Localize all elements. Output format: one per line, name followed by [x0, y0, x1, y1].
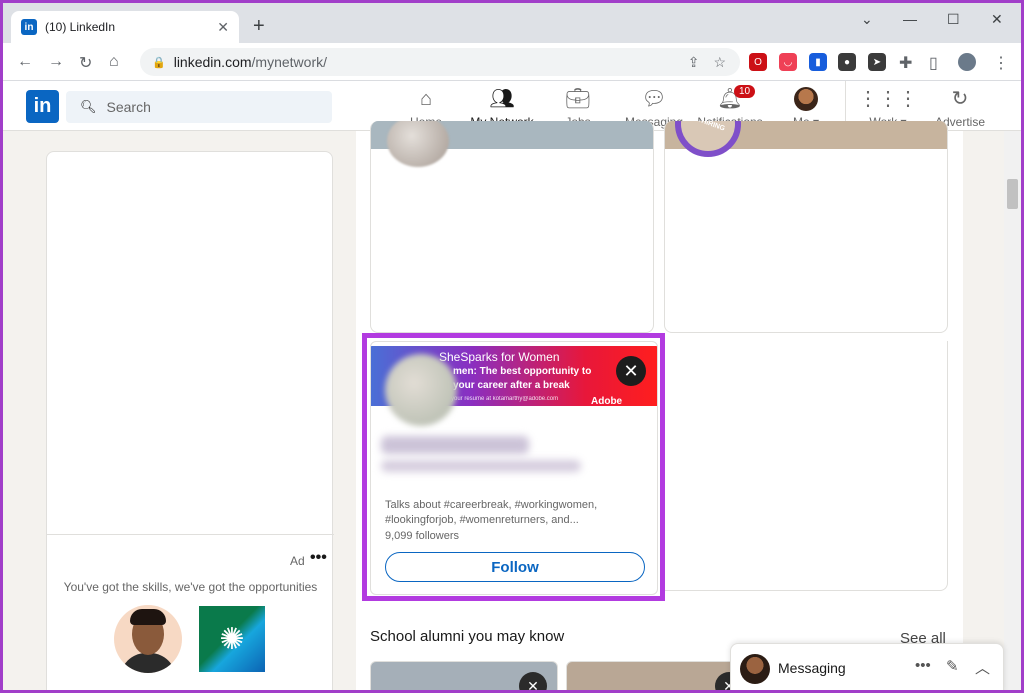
opera-icon[interactable]: O	[749, 53, 767, 71]
banner-title: SheSparks for Women	[439, 350, 560, 364]
forward-icon[interactable]: →	[48, 53, 64, 71]
people-card[interactable]: #HIRING	[664, 121, 948, 333]
chrome-menu-icon[interactable]: ⋮	[993, 53, 1009, 73]
follow-button[interactable]: Follow	[385, 552, 645, 582]
url-text: linkedin.com/mynetwork/	[173, 54, 327, 70]
linkedin-favicon-icon: in	[21, 19, 37, 35]
tab-search-icon[interactable]: ⌄	[861, 11, 873, 28]
bookmark-star-icon[interactable]: ☆	[713, 54, 726, 71]
tab-strip: in (10) LinkedIn ✕ + ⌄ — ☐ ✕	[3, 3, 1021, 43]
empty-card-area	[664, 341, 948, 591]
alumni-card[interactable]: ✕	[370, 661, 558, 690]
chevron-up-icon[interactable]: ︿	[975, 657, 990, 678]
bell-icon: 🔔︎	[717, 88, 743, 110]
browser-tab[interactable]: in (10) LinkedIn ✕	[11, 11, 239, 43]
banner-line: men: The best opportunity to	[453, 366, 592, 377]
spy-icon[interactable]: ●	[838, 53, 856, 71]
more-options-icon[interactable]: •••	[915, 657, 931, 674]
ad-more-icon[interactable]: •••	[310, 549, 327, 567]
blurred-name	[381, 436, 529, 454]
page-avatar	[385, 354, 457, 426]
home-icon[interactable]: ⌂	[109, 53, 119, 71]
send-icon[interactable]: ➤	[868, 53, 886, 71]
browser-window: in (10) LinkedIn ✕ + ⌄ — ☐ ✕ ← → ↻ ⌂ 🔒 l…	[3, 3, 1021, 690]
share-icon[interactable]: ⇪	[688, 54, 700, 71]
scrollbar-thumb[interactable]	[1007, 179, 1018, 209]
adobe-logo: Adobe	[591, 396, 623, 407]
side-panel-icon[interactable]: ▯	[929, 53, 938, 73]
people-card[interactable]	[370, 121, 654, 333]
new-tab-button[interactable]: +	[253, 15, 265, 38]
dismiss-close-icon[interactable]: ✕	[519, 672, 547, 690]
search-icon: 🔍︎	[80, 99, 97, 114]
tab-title: (10) LinkedIn	[45, 20, 116, 34]
back-icon[interactable]: ←	[17, 53, 33, 71]
dismiss-close-icon[interactable]: ✕	[616, 356, 646, 386]
page-suggestion-card[interactable]: SheSparks for Women men: The best opport…	[370, 341, 658, 595]
browser-toolbar: ← → ↻ ⌂ 🔒 linkedin.com/mynetwork/ ⇪ ☆ O …	[3, 43, 1021, 81]
section-title: School alumni you may know	[370, 628, 565, 645]
bitwarden-icon[interactable]: ▮	[809, 53, 827, 71]
banner-line: your resume at kotamarthy@adobe.com	[451, 396, 559, 402]
address-bar[interactable]: 🔒 linkedin.com/mynetwork/ ⇪ ☆	[140, 48, 740, 76]
search-placeholder: Search	[106, 99, 151, 115]
messaging-avatar	[740, 654, 770, 684]
compose-icon[interactable]: ✎	[946, 657, 959, 675]
ad-text: You've got the skills, we've got the opp…	[63, 580, 318, 594]
omnibox-actions: ⇪ ☆	[688, 54, 726, 71]
hiring-avatar: #HIRING	[675, 121, 741, 157]
advertise-icon: ↻	[951, 88, 969, 110]
ad-company-logo[interactable]: ✺	[199, 606, 265, 672]
divider	[47, 534, 334, 535]
banner-line: your career after a break	[453, 380, 570, 391]
page-scrollbar[interactable]	[1004, 131, 1021, 690]
extensions-puzzle-icon[interactable]: ✚	[899, 53, 912, 73]
home-icon: ⌂	[419, 88, 433, 110]
ad-person-photo	[114, 605, 182, 673]
page-description: Talks about #careerbreak, #workingwomen,…	[385, 499, 598, 526]
messaging-dock[interactable]: Messaging ••• ✎ ︿	[730, 643, 1004, 690]
alumni-card[interactable]: ✕	[566, 661, 754, 690]
search-input[interactable]: 🔍︎ Search	[66, 91, 332, 123]
follower-count: 9,099 followers	[385, 530, 459, 542]
blurred-subtitle	[381, 460, 581, 472]
linkedin-logo[interactable]: in	[26, 90, 59, 123]
notification-badge: 10	[734, 85, 756, 98]
lock-icon: 🔒	[152, 56, 166, 69]
chat-icon: 💬︎	[641, 88, 667, 110]
ad-label: Ad	[290, 554, 305, 568]
minimize-icon[interactable]: —	[903, 11, 917, 27]
reload-icon[interactable]: ↻	[79, 53, 92, 73]
profile-avatar[interactable]	[958, 53, 976, 71]
pocket-icon[interactable]: ◡	[779, 53, 797, 71]
briefcase-icon: 💼︎	[565, 88, 591, 110]
close-window-icon[interactable]: ✕	[991, 11, 1003, 28]
tab-close-icon[interactable]: ✕	[217, 19, 229, 36]
network-icon: 👥︎	[489, 88, 515, 110]
ad-card: Ad ••• You've got the skills, we've got …	[46, 151, 334, 690]
grid-icon: ⋮⋮⋮	[858, 88, 918, 110]
me-avatar	[794, 87, 818, 111]
maximize-icon[interactable]: ☐	[947, 11, 960, 28]
person-avatar	[387, 121, 449, 167]
messaging-label: Messaging	[778, 660, 846, 676]
